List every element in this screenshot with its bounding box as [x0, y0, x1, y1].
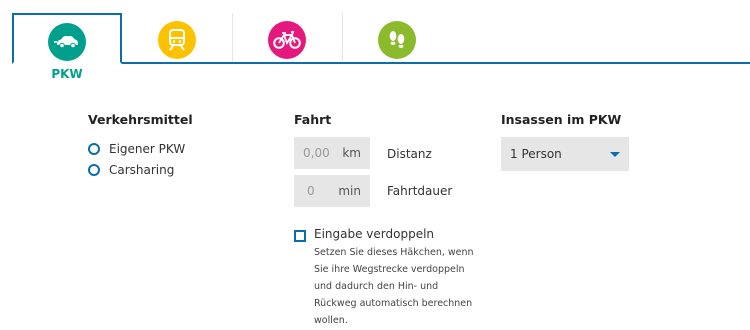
help-line: und dadurch den Hin- und — [314, 281, 439, 292]
duration-unit: min — [338, 184, 361, 198]
insassen-heading: Insassen im PKW — [501, 112, 622, 127]
chevron-down-icon — [610, 151, 620, 157]
radio-carsharing[interactable]: Carsharing — [88, 163, 174, 177]
radio-button[interactable] — [88, 164, 100, 176]
tab-fahrrad[interactable] — [232, 13, 342, 65]
double-checkbox[interactable] — [294, 230, 306, 242]
insassen-select[interactable]: 1 Person — [501, 137, 629, 171]
help-line: wollen. — [314, 315, 348, 326]
duration-label: Fahrtdauer — [387, 184, 453, 198]
double-help-text: Setzen Sie dieses Häkchen, wenn Sie ihre… — [314, 244, 486, 329]
help-line: Setzen Sie dieses Häkchen, wenn — [314, 247, 474, 258]
radio-label: Carsharing — [109, 163, 175, 177]
insassen-selected: 1 Person — [510, 147, 562, 161]
duration-input[interactable]: 0 min — [294, 175, 370, 207]
train-icon — [158, 21, 196, 59]
car-icon — [48, 23, 86, 61]
bicycle-icon — [268, 21, 306, 59]
radio-button[interactable] — [88, 143, 100, 155]
verkehrsmittel-heading: Verkehrsmittel — [88, 112, 193, 127]
fahrt-heading: Fahrt — [294, 112, 332, 127]
double-checkbox-label: Eingabe verdoppeln — [314, 227, 435, 241]
tab-pkw-label: PKW — [51, 67, 83, 81]
footsteps-icon — [378, 21, 416, 59]
tab-pkw[interactable] — [12, 13, 122, 64]
tab-oepnv[interactable] — [122, 13, 232, 65]
tab-fuss[interactable] — [342, 13, 452, 65]
radio-label: Eigener PKW — [109, 142, 186, 156]
help-line: Rückweg automatisch berechnen — [314, 298, 473, 309]
distance-placeholder: 0,00 — [303, 146, 330, 160]
radio-eigener-pkw[interactable]: Eigener PKW — [88, 142, 185, 156]
help-line: Sie ihre Wegstrecke verdoppeln — [314, 264, 465, 275]
distance-input[interactable]: 0,00 km — [294, 137, 370, 169]
transport-tabs: PKW — [0, 0, 750, 90]
distance-unit: km — [342, 146, 361, 160]
duration-placeholder: 0 — [307, 184, 315, 198]
distance-label: Distanz — [387, 147, 432, 161]
